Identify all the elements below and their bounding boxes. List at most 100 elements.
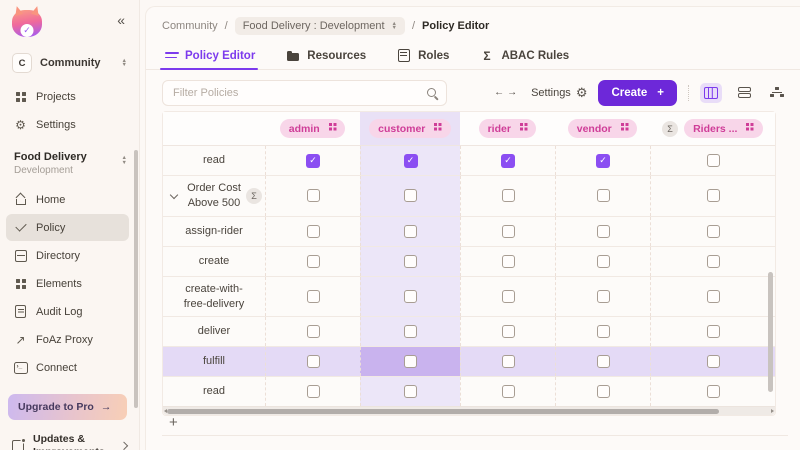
sidebar-item-projects[interactable]: Projects: [6, 83, 129, 110]
sidebar-item-audit-log[interactable]: Audit Log: [6, 298, 129, 325]
permission-checkbox[interactable]: [307, 355, 320, 368]
permission-checkbox[interactable]: ✓: [306, 154, 320, 168]
permission-cell: [265, 176, 360, 216]
permission-checkbox[interactable]: [502, 355, 515, 368]
view-toggle-table[interactable]: [700, 83, 722, 103]
role-pill-vendor[interactable]: vendor: [568, 119, 638, 138]
sidebar-item-home[interactable]: Home: [6, 186, 129, 213]
permission-checkbox[interactable]: [707, 325, 720, 338]
vertical-scrollbar-thumb[interactable]: [768, 272, 773, 392]
permission-checkbox[interactable]: [707, 290, 720, 303]
permission-cell: ✓: [460, 146, 555, 175]
sidebar-scrollbar[interactable]: [134, 150, 138, 408]
permission-checkbox[interactable]: [707, 189, 720, 202]
role-pill-label: admin: [289, 123, 320, 135]
permission-cell: [360, 277, 460, 317]
permission-checkbox[interactable]: [307, 225, 320, 238]
permission-checkbox[interactable]: [597, 255, 610, 268]
sidebar-item-elements[interactable]: Elements: [6, 270, 129, 297]
sidebar-item-connect[interactable]: Connect: [6, 354, 129, 381]
permission-checkbox[interactable]: [307, 325, 320, 338]
tab-policy-editor[interactable]: Policy Editor: [163, 42, 255, 69]
permission-checkbox[interactable]: [307, 290, 320, 303]
permission-checkbox[interactable]: [707, 385, 720, 398]
role-pill-riders[interactable]: Riders ...: [684, 119, 763, 138]
condition-sigma-badge[interactable]: Σ: [246, 188, 262, 204]
sidebar-item-policy[interactable]: Policy: [6, 214, 129, 241]
create-button[interactable]: Create +: [598, 80, 677, 106]
permission-checkbox[interactable]: [404, 325, 417, 338]
permission-checkbox[interactable]: [404, 189, 417, 202]
permission-checkbox[interactable]: [707, 255, 720, 268]
breadcrumb-root[interactable]: Community: [162, 20, 218, 32]
permission-checkbox[interactable]: [597, 290, 610, 303]
permission-checkbox[interactable]: [404, 290, 417, 303]
permission-checkbox[interactable]: [502, 325, 515, 338]
sidebar-item-directory[interactable]: Directory: [6, 242, 129, 269]
role-pill-admin[interactable]: admin: [280, 119, 345, 138]
expand-chevron-icon[interactable]: [170, 191, 178, 199]
updown-icon: [122, 156, 127, 165]
environment-selector[interactable]: Food Delivery Development: [14, 151, 127, 176]
action-label: create-with-free-delivery: [181, 282, 247, 312]
permission-checkbox[interactable]: [502, 385, 515, 398]
sidebar-item-foaz-proxy[interactable]: ↗FoAz Proxy: [6, 326, 129, 353]
permission-checkbox[interactable]: ✓: [501, 154, 515, 168]
permission-checkbox[interactable]: [307, 385, 320, 398]
permission-checkbox[interactable]: ✓: [596, 154, 610, 168]
sidebar-item-settings[interactable]: ⚙Settings: [6, 111, 129, 138]
permission-checkbox[interactable]: [597, 189, 610, 202]
permission-cell: ✓: [360, 146, 460, 175]
filter-policies-input[interactable]: [162, 80, 447, 106]
condition-sigma-badge[interactable]: Σ: [662, 121, 678, 137]
permission-checkbox[interactable]: [502, 225, 515, 238]
upgrade-to-pro-button[interactable]: Upgrade to Pro →: [8, 394, 127, 420]
permission-checkbox[interactable]: [597, 225, 610, 238]
permission-checkbox[interactable]: [404, 385, 417, 398]
permission-cell: [460, 317, 555, 346]
permission-checkbox[interactable]: [707, 154, 720, 167]
permission-checkbox[interactable]: [597, 325, 610, 338]
action-row-read: read: [163, 377, 775, 406]
add-action-button[interactable]: +: [169, 415, 178, 430]
permission-checkbox[interactable]: [404, 255, 417, 268]
permission-checkbox[interactable]: [404, 355, 417, 368]
permission-cell: [360, 377, 460, 406]
view-toggle-list[interactable]: [733, 83, 755, 103]
breadcrumb-separator: /: [225, 20, 228, 32]
expand-columns-icon[interactable]: ←→: [494, 87, 520, 98]
permission-checkbox[interactable]: [502, 189, 515, 202]
permission-checkbox[interactable]: [707, 355, 720, 368]
tab-resources[interactable]: Resources: [285, 42, 366, 69]
action-row-create: create: [163, 247, 775, 277]
org-selector[interactable]: C Community: [12, 53, 127, 73]
permission-checkbox[interactable]: [707, 225, 720, 238]
permission-checkbox[interactable]: ✓: [404, 154, 418, 168]
permission-checkbox[interactable]: [404, 225, 417, 238]
column-header-admin: admin: [265, 112, 360, 145]
permission-checkbox[interactable]: [597, 355, 610, 368]
terminal-icon: [14, 362, 28, 374]
permission-checkbox[interactable]: [502, 290, 515, 303]
toolbar-right: ←→ Settings ⚙ Create +: [494, 80, 788, 106]
permission-checkbox[interactable]: [597, 385, 610, 398]
view-toggle-graph[interactable]: [766, 83, 788, 103]
breadcrumb-env-selector[interactable]: Food Delivery : Development: [235, 17, 405, 35]
toolbar: ←→ Settings ⚙ Create +: [162, 79, 788, 106]
policy-settings-button[interactable]: Settings ⚙: [531, 86, 587, 99]
tab-roles[interactable]: Roles: [396, 42, 449, 69]
tab-abac-rules[interactable]: ΣABAC Rules: [479, 42, 569, 69]
permission-checkbox[interactable]: [307, 189, 320, 202]
role-pill-rider[interactable]: rider: [479, 119, 537, 138]
updates-improvements-button[interactable]: Updates & Improvements: [10, 433, 127, 450]
permission-checkbox[interactable]: [307, 255, 320, 268]
permission-checkbox[interactable]: [502, 255, 515, 268]
upgrade-label: Upgrade to Pro: [18, 401, 94, 413]
action-row-assign-rider: assign-rider: [163, 217, 775, 247]
sigma-icon: Σ: [483, 50, 490, 62]
collapse-sidebar-icon[interactable]: «: [117, 13, 125, 27]
permission-cell: [265, 347, 360, 376]
role-pill-customer[interactable]: customer: [369, 119, 451, 138]
action-row-create-with-free-delivery: create-with-free-delivery: [163, 277, 775, 318]
plus-icon: +: [657, 87, 664, 99]
